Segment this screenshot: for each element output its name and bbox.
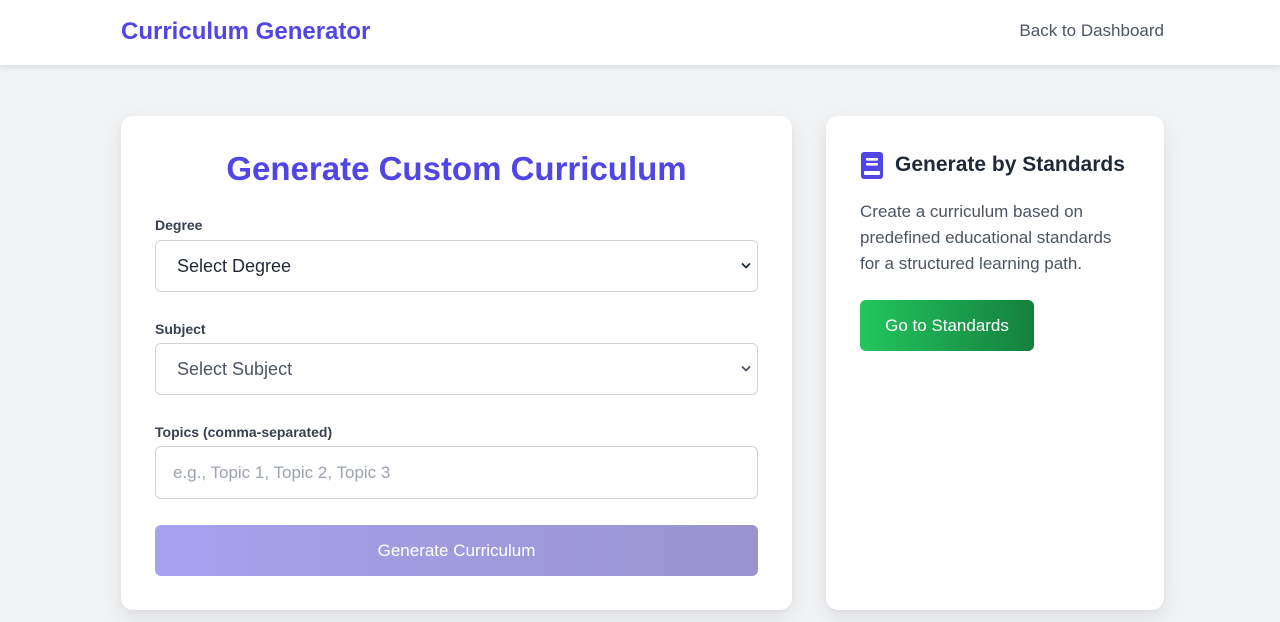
topics-label: Topics (comma-separated) [155, 424, 333, 440]
top-navbar: Curriculum Generator Back to Dashboard [0, 0, 1280, 65]
topics-input[interactable] [155, 446, 758, 499]
subject-select[interactable]: Select Subject [155, 343, 758, 395]
chevron-down-icon [741, 263, 751, 269]
app-brand[interactable]: Curriculum Generator [121, 18, 370, 46]
form-title: Generate Custom Curriculum [226, 150, 687, 187]
book-icon [861, 152, 883, 179]
subject-select-value: Select Subject [177, 359, 293, 379]
degree-label: Degree [155, 217, 203, 233]
back-to-dashboard-link[interactable]: Back to Dashboard [1019, 21, 1164, 41]
standards-card: Generate by Standards Create a curriculu… [826, 116, 1164, 610]
degree-select[interactable]: Select Degree [155, 240, 758, 292]
go-to-standards-button[interactable]: Go to Standards [860, 300, 1034, 351]
chevron-down-icon [741, 366, 751, 372]
standards-description: Create a curriculum based on predefined … [860, 202, 1112, 273]
generate-curriculum-button[interactable]: Generate Curriculum [155, 525, 758, 576]
degree-select-value: Select Degree [177, 256, 292, 276]
subject-label: Subject [155, 321, 206, 337]
standards-title: Generate by Standards [895, 153, 1125, 176]
custom-curriculum-card: Generate Custom Curriculum Degree Select… [121, 116, 792, 610]
